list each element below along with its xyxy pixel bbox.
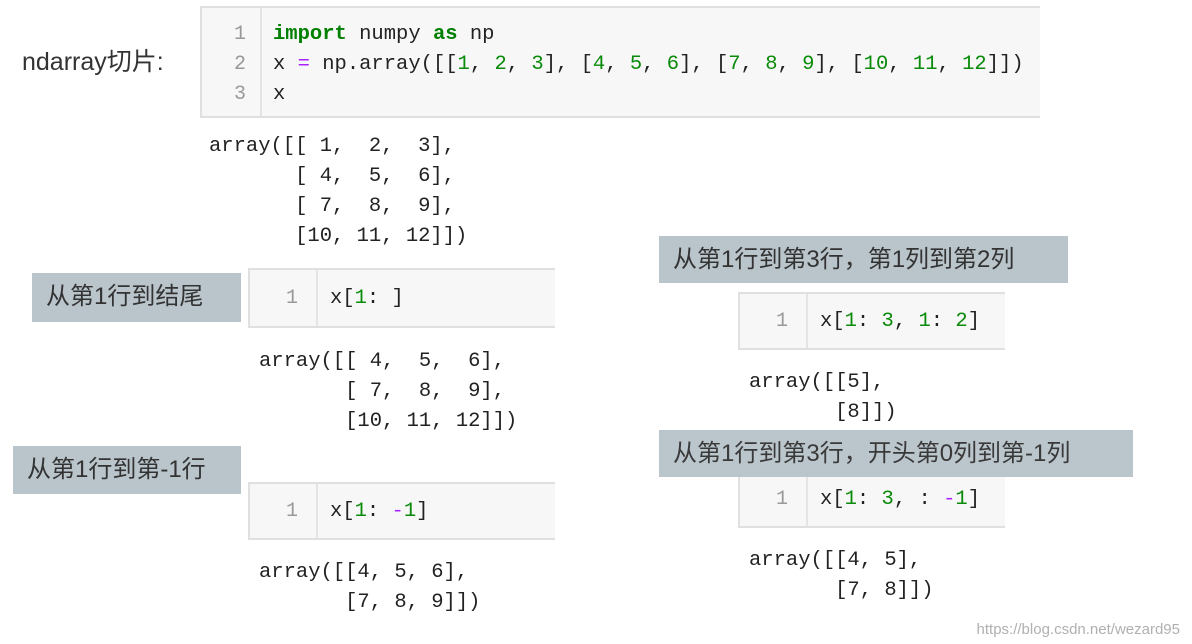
code-token: 9 xyxy=(802,53,815,76)
code-token: 1 xyxy=(354,287,367,310)
line-number: 1 xyxy=(285,287,298,310)
code-token: , xyxy=(937,53,963,76)
code-token: 2 xyxy=(494,53,507,76)
code-token: 8 xyxy=(765,53,778,76)
code-token: 12 xyxy=(962,53,987,76)
code-line: x[1: -1] xyxy=(330,497,428,527)
code-token: , xyxy=(888,53,913,76)
code-token: x xyxy=(273,83,286,106)
code-cell-1[interactable]: 123 import numpy as np x = np.array([[1, … xyxy=(200,6,1040,118)
code-token: 1 xyxy=(844,488,857,511)
code-token: ], [ xyxy=(679,53,729,76)
line-number: 3 xyxy=(233,83,246,106)
code-token: 5 xyxy=(629,53,643,76)
label-3: 从第1行到第3行，第1列到第2列 xyxy=(659,236,1068,283)
code-token: ] xyxy=(416,500,429,523)
code-token: x xyxy=(273,53,298,76)
code-token: 1 xyxy=(403,500,417,523)
label-4: 从第1行到第3行，开头第0列到第-1列 xyxy=(659,430,1133,477)
code-input[interactable]: x[1: -1] xyxy=(330,497,428,527)
code-token: 10 xyxy=(863,53,889,76)
code-token: ], [ xyxy=(814,53,864,76)
code-token: , xyxy=(506,53,532,76)
line-number: 1 xyxy=(285,500,298,523)
code-token: : xyxy=(930,310,956,333)
code-line: x xyxy=(273,80,1024,110)
line-numbers: 1 xyxy=(740,472,808,526)
code-token: : xyxy=(366,500,392,523)
code-token: , : xyxy=(893,488,944,511)
code-token: ] xyxy=(967,310,980,333)
label-1: 从第1行到结尾 xyxy=(32,273,241,322)
code-token: ]]) xyxy=(986,53,1024,76)
code-token: : ] xyxy=(366,287,404,310)
code-token: , xyxy=(777,53,803,76)
line-number: 1 xyxy=(775,488,788,511)
code-token: : xyxy=(856,310,882,333)
code-token: x[ xyxy=(330,500,355,523)
line-number: 1 xyxy=(775,310,788,333)
code-token: 1 xyxy=(844,310,857,333)
code-token: : xyxy=(856,488,882,511)
code-token: import xyxy=(273,23,347,46)
code-token: x[ xyxy=(820,488,845,511)
code-line: x[1: 3, 1: 2] xyxy=(820,307,980,337)
code-token: - xyxy=(391,500,404,523)
line-number: 2 xyxy=(233,53,246,76)
watermark: https://blog.csdn.net/wezard95 xyxy=(976,621,1180,638)
code-token: 4 xyxy=(592,53,606,76)
code-input[interactable]: import numpy as np x = np.array([[1, 2, 3… xyxy=(273,20,1024,110)
code-line: x = np.array([[1, 2, 3], [4, 5, 6], [7, … xyxy=(273,50,1024,80)
code-token: 1 xyxy=(918,310,931,333)
code-token: 1 xyxy=(354,500,367,523)
code-input[interactable]: x[1: 3, : -1] xyxy=(820,485,980,515)
code-token: numpy xyxy=(346,23,433,46)
code-token: , xyxy=(740,53,766,76)
code-cell-3[interactable]: 1 x[1: -1] xyxy=(248,482,555,540)
code-token: ], [ xyxy=(543,53,593,76)
line-numbers: 1 xyxy=(250,484,318,538)
code-token: 6 xyxy=(666,53,680,76)
code-token: 3 xyxy=(881,488,894,511)
code-token: x[ xyxy=(330,287,355,310)
code-input[interactable]: x[1: ] xyxy=(330,284,404,314)
code-token: 11 xyxy=(912,53,938,76)
code-cell-2[interactable]: 1 x[1: ] xyxy=(248,268,555,328)
code-token: as xyxy=(432,23,458,46)
code-input[interactable]: x[1: 3, 1: 2] xyxy=(820,307,980,337)
code-token: np xyxy=(457,23,495,46)
output-5: array([[4, 5], [7, 8]]) xyxy=(749,549,934,602)
output-4: array([[5], [8]]) xyxy=(749,371,897,424)
code-token: 1 xyxy=(955,488,968,511)
code-token: 3 xyxy=(881,310,894,333)
code-token: 3 xyxy=(531,53,544,76)
output-2: array([[ 4, 5, 6], [ 7, 8, 9], [10, 11, … xyxy=(259,350,518,433)
code-token: , xyxy=(469,53,495,76)
code-token: 1 xyxy=(457,53,470,76)
code-cell-5[interactable]: 1 x[1: 3, : -1] xyxy=(738,470,1005,528)
code-line: import numpy as np xyxy=(273,20,1024,50)
line-number: 1 xyxy=(233,23,246,46)
label-2: 从第1行到第-1行 xyxy=(13,446,241,494)
code-token: , xyxy=(642,53,667,76)
code-token: ] xyxy=(967,488,980,511)
code-token: np.array([[ xyxy=(309,53,458,76)
code-token: - xyxy=(943,488,956,511)
code-token: 2 xyxy=(955,310,968,333)
code-token: , xyxy=(893,310,919,333)
code-cell-4[interactable]: 1 x[1: 3, 1: 2] xyxy=(738,292,1005,350)
output-1: array([[ 1, 2, 3], [ 4, 5, 6], [ 7, 8, 9… xyxy=(209,135,468,248)
line-numbers: 1 2 3 xyxy=(202,8,262,116)
line-numbers: 1 xyxy=(250,270,318,326)
code-line: x[1: ] xyxy=(330,284,404,314)
code-line: x[1: 3, : -1] xyxy=(820,485,980,515)
code-token: , xyxy=(605,53,630,76)
line-numbers: 1 xyxy=(740,294,808,348)
code-token: = xyxy=(297,53,310,76)
output-3: array([[4, 5, 6], [7, 8, 9]]) xyxy=(259,561,481,614)
code-token: x[ xyxy=(820,310,845,333)
page-title: ndarray切片: xyxy=(22,48,164,76)
code-token: 7 xyxy=(728,53,741,76)
